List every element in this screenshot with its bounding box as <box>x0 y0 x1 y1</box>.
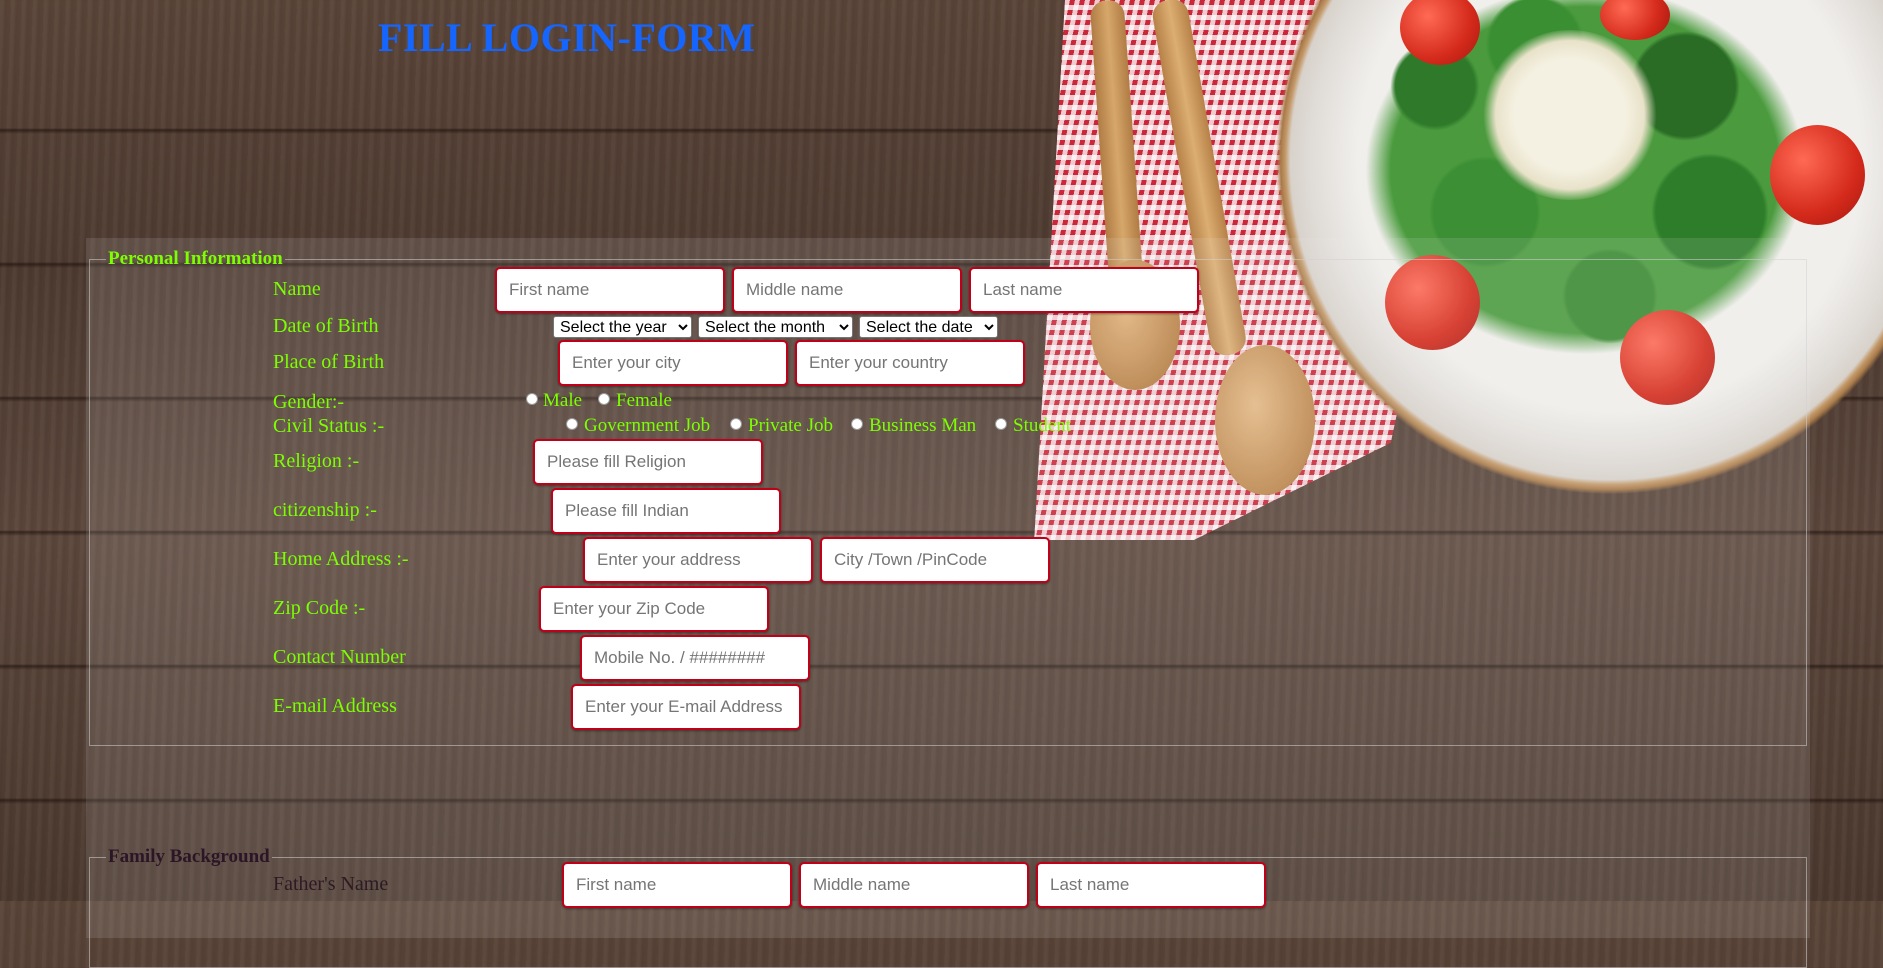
last-name-input[interactable] <box>969 267 1199 313</box>
father-name-label: Father's Name <box>273 873 389 895</box>
civil-private-job-label: Private Job <box>748 415 833 436</box>
first-name-input[interactable] <box>495 267 725 313</box>
zip-code-input[interactable] <box>539 586 769 632</box>
father-last-name-input[interactable] <box>1036 862 1266 908</box>
dob-year-select[interactable]: Select the year <box>553 316 692 338</box>
citizenship-label: citizenship :- <box>273 499 377 521</box>
civil-government-job-label: Government Job <box>584 415 711 436</box>
civil-private-job-radio[interactable] <box>730 418 742 430</box>
dob-month-select[interactable]: Select the month <box>698 316 853 338</box>
birth-country-input[interactable] <box>795 340 1025 386</box>
name-label: Name <box>273 278 321 300</box>
gender-male-label: Male <box>543 390 583 411</box>
gender-label: Gender:- <box>273 391 345 413</box>
email-address-label: E-mail Address <box>273 695 397 717</box>
civil-status-label: Civil Status :- <box>273 415 385 437</box>
address-input[interactable] <box>583 537 813 583</box>
gender-female-radio[interactable] <box>598 393 610 405</box>
page-title: FILL LOGIN-FORM <box>378 15 756 60</box>
religion-label: Religion :- <box>273 450 360 472</box>
father-middle-name-input[interactable] <box>799 862 1029 908</box>
religion-input[interactable] <box>533 439 763 485</box>
city-town-pincode-input[interactable] <box>820 537 1050 583</box>
cheese-decoration <box>1480 30 1660 200</box>
tomato-decoration <box>1600 0 1670 40</box>
family-background-legend: Family Background <box>108 846 270 867</box>
civil-business-man-radio[interactable] <box>851 418 863 430</box>
contact-number-label: Contact Number <box>273 646 406 668</box>
civil-business-man-label: Business Man <box>869 415 977 436</box>
birth-city-input[interactable] <box>558 340 788 386</box>
mobile-number-input[interactable] <box>580 635 810 681</box>
tomato-decoration <box>1770 125 1865 225</box>
middle-name-input[interactable] <box>732 267 962 313</box>
father-first-name-input[interactable] <box>562 862 792 908</box>
zip-code-label: Zip Code :- <box>273 597 366 619</box>
gender-male-radio[interactable] <box>526 393 538 405</box>
email-input[interactable] <box>571 684 801 730</box>
citizenship-input[interactable] <box>551 488 781 534</box>
civil-government-job-radio[interactable] <box>566 418 578 430</box>
personal-information-legend: Personal Information <box>108 248 283 269</box>
tomato-decoration <box>1400 0 1480 65</box>
dob-date-select[interactable]: Select the date <box>859 316 998 338</box>
civil-student-radio[interactable] <box>995 418 1007 430</box>
dob-label: Date of Birth <box>273 315 379 337</box>
home-address-label: Home Address :- <box>273 548 409 570</box>
civil-student-label: Student <box>1013 415 1072 436</box>
gender-female-label: Female <box>616 390 672 411</box>
pob-label: Place of Birth <box>273 351 385 373</box>
